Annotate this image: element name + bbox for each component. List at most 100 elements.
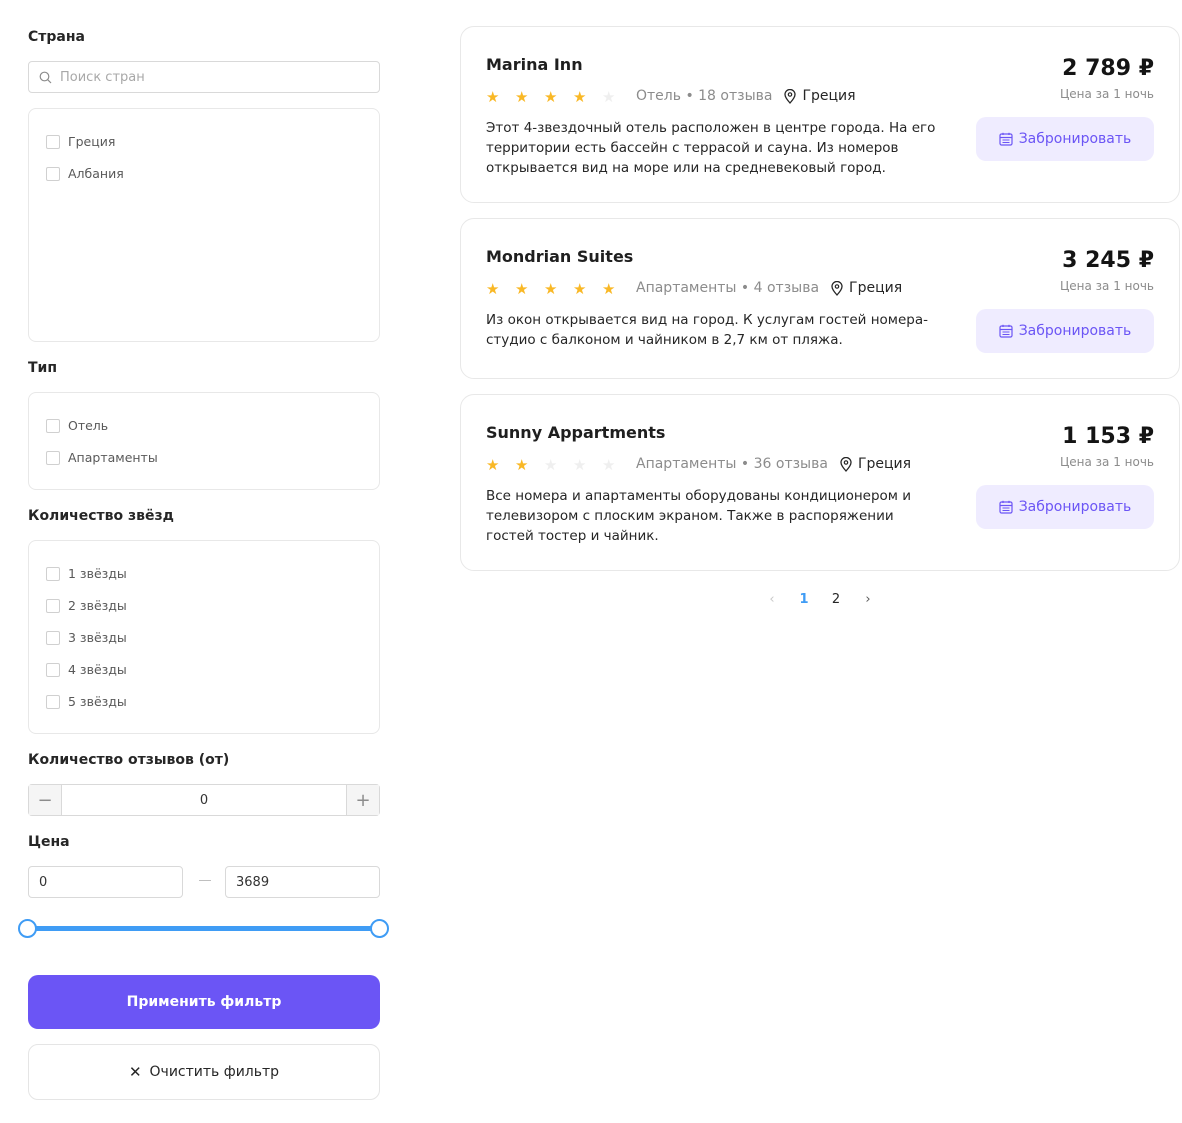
hotel-name: Sunny Appartments <box>486 423 666 442</box>
checkbox-label: Апартаменты <box>68 450 158 465</box>
checkbox-stars-5[interactable]: 5 звёзды <box>46 694 127 709</box>
page-2-link[interactable]: 2 <box>828 592 844 607</box>
price-note: Цена за 1 ночь <box>1059 279 1154 293</box>
price-note: Цена за 1 ночь <box>1059 455 1154 469</box>
hotel-country: Греция <box>849 280 903 296</box>
checkbox-type-apartments[interactable]: Апартаменты <box>46 450 158 465</box>
checkbox[interactable] <box>46 630 60 645</box>
price-max-input[interactable]: 3689 <box>225 866 380 898</box>
star-icon: ★ <box>602 280 616 298</box>
checkbox[interactable] <box>46 450 60 465</box>
star-icon: ★ <box>573 88 587 106</box>
reviews-filter-title: Количество отзывов (от) <box>28 752 230 768</box>
price-range-divider <box>199 880 211 881</box>
checkbox-stars-1[interactable]: 1 звёзды <box>46 566 127 581</box>
location-pin-icon <box>784 88 797 104</box>
star-icon: ★ <box>602 456 616 474</box>
reviews-value[interactable]: 0 <box>62 785 346 815</box>
stars-options-box: 1 звёзды 2 звёзды 3 звёзды 4 звёзды 5 зв… <box>28 540 380 734</box>
hotel-country: Греция <box>802 88 856 104</box>
apply-filter-button[interactable]: Применить фильтр <box>28 975 380 1029</box>
book-button-label: Забронировать <box>1018 323 1132 339</box>
checkbox[interactable] <box>46 566 60 581</box>
checkbox-stars-2[interactable]: 2 звёзды <box>46 598 127 613</box>
price-note: Цена за 1 ночь <box>1059 87 1154 101</box>
checkbox-label: 3 звёзды <box>68 630 127 645</box>
reviews-stepper[interactable]: − 0 + <box>28 784 380 816</box>
star-icon: ★ <box>602 88 616 106</box>
pagination: ‹ 1 2 › <box>760 592 880 612</box>
star-icon: ★ <box>544 280 558 298</box>
checkbox-country-greece[interactable]: Греция <box>46 134 115 149</box>
country-search[interactable] <box>28 61 380 93</box>
book-button[interactable]: Забронировать <box>976 309 1154 353</box>
price-filter-title: Цена <box>28 834 70 850</box>
location-pin-icon <box>831 280 843 296</box>
checkbox-label: 2 звёзды <box>68 598 127 613</box>
hotel-card: Sunny Appartments ★ ★ ★ ★ ★ Апартаменты … <box>460 394 1180 571</box>
checkbox[interactable] <box>46 166 60 181</box>
checkbox-label: 1 звёзды <box>68 566 127 581</box>
checkbox[interactable] <box>46 694 60 709</box>
star-icon: ★ <box>573 280 587 298</box>
price-min-input[interactable]: 0 <box>28 866 183 898</box>
clear-filter-button[interactable]: ✕ Очистить фильтр <box>28 1044 380 1100</box>
star-icon: ★ <box>486 456 500 474</box>
checkbox-label: Отель <box>68 418 109 433</box>
checkbox[interactable] <box>46 134 60 149</box>
book-button[interactable]: Забронировать <box>976 485 1154 529</box>
price-slider-min-handle[interactable] <box>18 919 37 938</box>
hotel-type-reviews: Апартаменты • 4 отзыва <box>636 280 820 296</box>
calendar-icon <box>999 132 1013 146</box>
checkbox[interactable] <box>46 418 60 433</box>
location-pin-icon <box>840 456 852 472</box>
calendar-icon <box>999 324 1013 338</box>
hotel-location: Греция <box>840 456 911 472</box>
checkbox-type-hotel[interactable]: Отель <box>46 418 108 433</box>
next-page-chevron-icon[interactable]: › <box>860 592 876 607</box>
hotel-price: 2 789 ₽ <box>1062 56 1154 81</box>
hotel-name: Marina Inn <box>486 55 583 74</box>
star-icon: ★ <box>544 88 558 106</box>
checkbox[interactable] <box>46 598 60 613</box>
star-rating: ★ ★ ★ ★ ★ <box>486 281 631 297</box>
hotel-location: Греция <box>784 88 856 104</box>
country-filter-title: Страна <box>28 29 85 45</box>
page-1-link[interactable]: 1 <box>796 592 812 607</box>
hotel-price: 3 245 ₽ <box>1062 248 1154 273</box>
stars-filter-title: Количество звёзд <box>28 508 174 524</box>
checkbox-country-albania[interactable]: Албания <box>46 166 124 181</box>
clear-filter-label: Очистить фильтр <box>149 1064 280 1080</box>
hotel-card: Mondrian Suites ★ ★ ★ ★ ★ Апартаменты • … <box>460 218 1180 379</box>
search-icon <box>39 71 52 83</box>
star-icon: ★ <box>515 88 529 106</box>
prev-page-chevron-icon[interactable]: ‹ <box>764 592 780 607</box>
book-button[interactable]: Забронировать <box>976 117 1154 161</box>
checkbox-label: 5 звёзды <box>68 694 127 709</box>
star-rating: ★ ★ ★ ★ ★ <box>486 457 631 473</box>
checkbox-label: Греция <box>68 134 116 149</box>
price-slider-track[interactable] <box>28 926 380 931</box>
hotel-country: Греция <box>857 456 912 472</box>
book-button-label: Забронировать <box>1018 131 1132 147</box>
book-button-label: Забронировать <box>1018 499 1132 515</box>
country-search-input[interactable] <box>60 69 360 85</box>
hotel-description: Из окон открывается вид на город. К услу… <box>486 312 928 348</box>
hotel-meta: Апартаменты • 36 отзыва Греция <box>636 456 911 472</box>
star-icon: ★ <box>486 280 500 298</box>
hotel-type-reviews: Отель • 18 отзыва <box>636 88 773 104</box>
checkbox-stars-4[interactable]: 4 звёзды <box>46 662 127 677</box>
checkbox-label: Албания <box>68 166 124 181</box>
star-icon: ★ <box>486 88 500 106</box>
price-slider-max-handle[interactable] <box>370 919 389 938</box>
star-icon: ★ <box>515 280 529 298</box>
calendar-icon <box>999 500 1013 514</box>
decrement-button[interactable]: − <box>29 785 62 815</box>
hotel-description: Этот 4-звездочный отель расположен в цен… <box>486 120 936 176</box>
hotel-description: Все номера и апартаменты оборудованы кон… <box>486 488 912 544</box>
checkbox-label: 4 звёзды <box>68 662 127 677</box>
checkbox-stars-3[interactable]: 3 звёзды <box>46 630 127 645</box>
star-rating: ★ ★ ★ ★ ★ <box>486 89 631 105</box>
increment-button[interactable]: + <box>346 785 379 815</box>
checkbox[interactable] <box>46 662 60 677</box>
